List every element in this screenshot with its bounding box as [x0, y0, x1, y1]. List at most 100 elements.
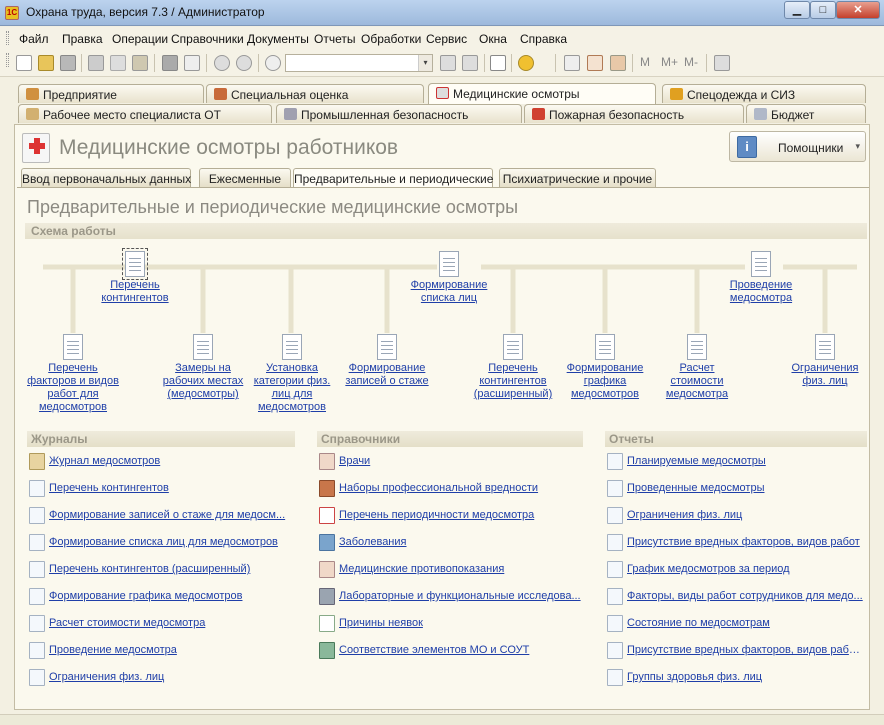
scheme-node-factors[interactable]: Перечень факторов и видов работ для медо…	[25, 334, 121, 414]
paste-icon[interactable]	[132, 55, 148, 71]
chevron-down-icon[interactable]: ▾	[418, 55, 432, 71]
minimize-button[interactable]: ▁	[784, 1, 810, 19]
tab-daily[interactable]: Ежесменные	[199, 168, 291, 187]
toolbar-grip-handle[interactable]	[6, 53, 9, 67]
memory-plus-button[interactable]: M+	[661, 55, 678, 69]
print-icon[interactable]	[162, 55, 178, 71]
list-item[interactable]: Перечень контингентов	[27, 474, 295, 501]
scheme-node-contingents[interactable]: Перечень контингентов	[87, 248, 183, 305]
menu-documents[interactable]: Документы	[247, 32, 309, 46]
close-button[interactable]: ✕	[836, 1, 880, 19]
menu-file[interactable]: Файл	[19, 32, 49, 46]
list-item[interactable]: График медосмотров за период	[605, 555, 867, 582]
find-next-icon[interactable]	[440, 55, 456, 71]
list-item[interactable]: Медицинские противопоказания	[317, 555, 583, 582]
list-item[interactable]: Присутствие вредных факторов, видов рабо…	[605, 528, 867, 555]
list-item[interactable]: Факторы, виды работ сотрудников для медо…	[605, 582, 867, 609]
new-document-icon[interactable]	[16, 55, 32, 71]
document-icon	[29, 588, 45, 605]
list-item[interactable]: Формирование графика медосмотров	[27, 582, 295, 609]
list-item[interactable]: Лабораторные и функциональные исследова.…	[317, 582, 583, 609]
tools-icon[interactable]	[714, 55, 730, 71]
list-item[interactable]: Ограничения физ. лиц	[605, 501, 867, 528]
workplace-icon	[26, 108, 39, 120]
list-item[interactable]: Заболевания	[317, 528, 583, 555]
menu-operations[interactable]: Операции	[112, 32, 168, 46]
menu-edit[interactable]: Правка	[62, 32, 103, 46]
tab-psychiatric-other[interactable]: Психиатрические и прочие	[499, 168, 656, 187]
scheme-node-experience[interactable]: Формирование записей о стаже	[337, 334, 437, 388]
list-item[interactable]: Врачи	[317, 447, 583, 474]
undo-icon[interactable]	[214, 55, 230, 71]
copy-icon[interactable]	[110, 55, 126, 71]
scheme-node-conduct-exam[interactable]: Проведение медосмотра	[713, 251, 809, 305]
menu-windows[interactable]: Окна	[479, 32, 507, 46]
tab-fire-safety[interactable]: Пожарная безопасность	[524, 104, 744, 123]
scheme-node-contingents-ext[interactable]: Перечень контингентов (расширенный)	[465, 334, 561, 401]
open-folder-icon[interactable]	[38, 55, 54, 71]
info-icon[interactable]	[518, 55, 534, 71]
list-item[interactable]: Наборы профессиональной вредности	[317, 474, 583, 501]
tab-initial-data[interactable]: Ввод первоначальных данных	[21, 168, 191, 187]
maximize-button[interactable]: □	[810, 1, 836, 19]
cut-icon[interactable]	[88, 55, 104, 71]
tab-budget[interactable]: Бюджет	[746, 104, 866, 123]
list-item[interactable]: Формирование записей о стаже для медосм.…	[27, 501, 295, 528]
save-icon[interactable]	[60, 55, 76, 71]
tab-enterprise[interactable]: Предприятие	[18, 84, 204, 103]
find-prev-icon[interactable]	[462, 55, 478, 71]
search-combo-input[interactable]: ▾	[285, 54, 433, 72]
list-item[interactable]: Присутствие вредных факторов, видов рабо…	[605, 636, 867, 663]
tab-special-assessment[interactable]: Специальная оценка	[206, 84, 424, 103]
redo-icon[interactable]	[236, 55, 252, 71]
list-item[interactable]: Перечень контингентов (расширенный)	[27, 555, 295, 582]
memory-minus-button[interactable]: M-	[684, 55, 698, 69]
document-icon	[282, 334, 302, 360]
users-icon[interactable]	[610, 55, 626, 71]
calculator-icon[interactable]	[564, 55, 580, 71]
list-item[interactable]: Причины неявок	[317, 609, 583, 636]
tab-industrial-safety[interactable]: Промышленная безопасность	[276, 104, 522, 123]
list-item[interactable]: Проведенные медосмотры	[605, 474, 867, 501]
list-item[interactable]: Проведение медосмотра	[27, 636, 295, 663]
tab-workwear[interactable]: Спецодежда и СИЗ	[662, 84, 866, 103]
scheme-node-persons-list[interactable]: Формирование списка лиц	[399, 251, 499, 305]
list-item[interactable]: Перечень периодичности медосмотра	[317, 501, 583, 528]
menu-reports[interactable]: Отчеты	[314, 32, 355, 46]
main-tabs-row-1: Предприятие Специальная оценка Медицинск…	[0, 83, 884, 104]
list-item[interactable]: Формирование списка лиц для медосмотров	[27, 528, 295, 555]
menu-grip-handle[interactable]	[6, 31, 9, 45]
journal-icon	[29, 453, 45, 470]
calendar-icon	[319, 507, 335, 524]
scheme-header: Схема работы	[25, 223, 867, 239]
list-item[interactable]: Ограничения физ. лиц	[27, 663, 295, 690]
list-item[interactable]: Состояние по медосмотрам	[605, 609, 867, 636]
list-item[interactable]: Журнал медосмотров	[27, 447, 295, 474]
list-item[interactable]: Соответствие элементов МО и СОУТ	[317, 636, 583, 663]
industrial-icon	[284, 108, 297, 120]
print-preview-icon[interactable]	[184, 55, 200, 71]
scheme-node-schedule[interactable]: Формирование графика медосмотров	[561, 334, 649, 401]
search-icon[interactable]	[265, 55, 281, 71]
menu-help[interactable]: Справка	[520, 32, 567, 46]
list-item[interactable]: Расчет стоимости медосмотра	[27, 609, 295, 636]
tab-medical-exams[interactable]: Медицинские осмотры	[428, 83, 656, 104]
doctor-icon	[319, 453, 335, 470]
title-bar[interactable]: 1С Охрана труда, версия 7.3 / Администра…	[0, 0, 884, 26]
menu-processing[interactable]: Обработки	[361, 32, 421, 46]
scheme-node-cost[interactable]: Расчет стоимости медосмотра	[655, 334, 739, 401]
tab-preliminary-periodic[interactable]: Предварительные и периодические	[293, 168, 493, 188]
scheme-node-measurements[interactable]: Замеры на рабочих местах (медосмотры)	[157, 334, 249, 401]
list-item[interactable]: Группы здоровья физ. лиц	[605, 663, 867, 690]
calendar-icon[interactable]	[587, 55, 603, 71]
memory-button[interactable]: M	[640, 55, 650, 69]
tab-specialist-workplace[interactable]: Рабочее место специалиста ОТ	[18, 104, 272, 123]
books-icon	[319, 480, 335, 497]
scheme-node-category[interactable]: Установка категории физ. лиц для медосмо…	[247, 334, 337, 414]
list-item[interactable]: Планируемые медосмотры	[605, 447, 867, 474]
menu-service[interactable]: Сервис	[426, 32, 467, 46]
scheme-node-limitations[interactable]: Ограничения физ. лиц	[781, 334, 869, 388]
helpers-button[interactable]: i Помощники ▾	[729, 131, 866, 162]
windows-icon[interactable]	[490, 55, 506, 71]
menu-directories[interactable]: Справочники	[171, 32, 244, 46]
